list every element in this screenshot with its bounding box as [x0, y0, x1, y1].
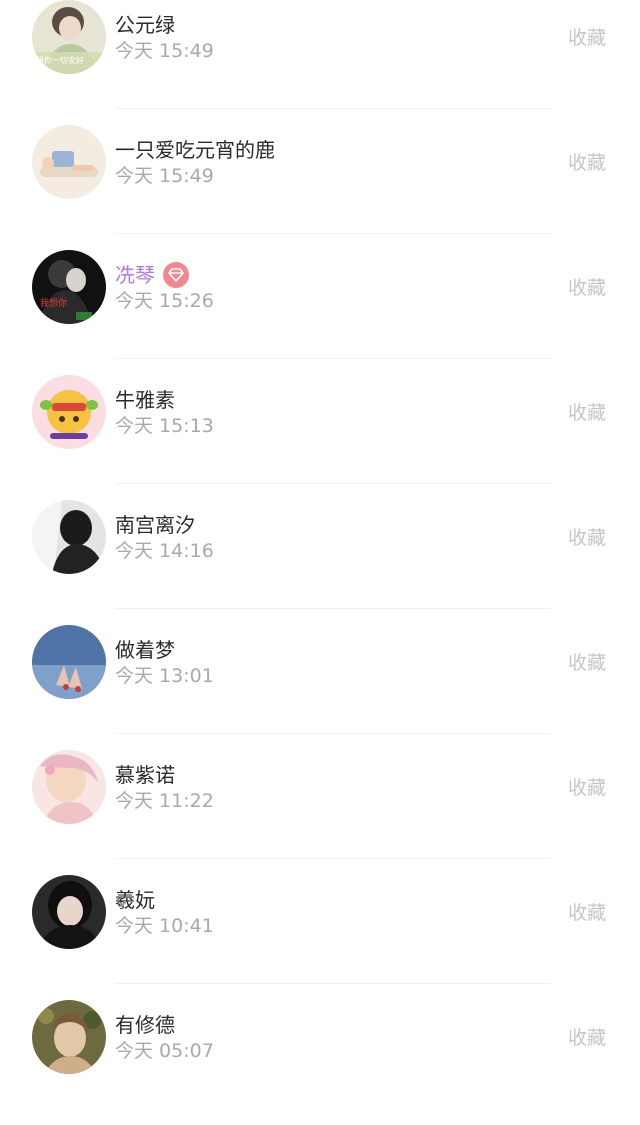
- list-item-user-0[interactable]: 想你一切安好 公元绿 今天 15:49 收藏: [0, 0, 640, 125]
- divider: [115, 733, 551, 734]
- username-line: 羲妧: [115, 885, 155, 915]
- avatar[interactable]: [32, 125, 106, 199]
- divider: [115, 608, 551, 609]
- collect-button[interactable]: 收藏: [568, 525, 606, 551]
- divider: [115, 483, 551, 484]
- username-line: 公元绿: [115, 10, 175, 40]
- collect-button[interactable]: 收藏: [568, 150, 606, 176]
- username[interactable]: 羲妧: [115, 885, 155, 915]
- avatar[interactable]: [32, 1000, 106, 1074]
- username-line: 做着梦: [115, 635, 175, 665]
- username-line: 慕紫诺: [115, 760, 175, 790]
- divider: [115, 858, 551, 859]
- list-item-user-3[interactable]: 牛雅素 今天 15:13 收藏: [0, 375, 640, 500]
- timestamp: 今天 11:22: [115, 790, 214, 812]
- collect-button[interactable]: 收藏: [568, 25, 606, 51]
- list-item-user-5[interactable]: 做着梦 今天 13:01 收藏: [0, 625, 640, 750]
- avatar[interactable]: [32, 625, 106, 699]
- username[interactable]: 做着梦: [115, 635, 175, 665]
- avatar[interactable]: [32, 875, 106, 949]
- username-line: 一只爱吃元宵的鹿: [115, 135, 275, 165]
- divider: [115, 108, 551, 109]
- username[interactable]: 公元绿: [115, 10, 175, 40]
- username[interactable]: 南宫离汐: [115, 510, 195, 540]
- list-item-user-4[interactable]: 南宫离汐 今天 14:16 收藏: [0, 500, 640, 625]
- list-item-user-6[interactable]: 慕紫诺 今天 11:22 收藏: [0, 750, 640, 875]
- collect-button[interactable]: 收藏: [568, 1025, 606, 1051]
- avatar[interactable]: [32, 500, 106, 574]
- avatar[interactable]: [32, 375, 106, 449]
- list-item-user-7[interactable]: 羲妧 今天 10:41 收藏: [0, 875, 640, 1000]
- divider: [115, 983, 551, 984]
- username-line: 牛雅素: [115, 385, 175, 415]
- list-item-user-1[interactable]: 一只爱吃元宵的鹿 今天 15:49 收藏: [0, 125, 640, 250]
- collect-button[interactable]: 收藏: [568, 275, 606, 301]
- username[interactable]: 慕紫诺: [115, 760, 175, 790]
- username[interactable]: 牛雅素: [115, 385, 175, 415]
- timestamp: 今天 05:07: [115, 1040, 214, 1062]
- avatar[interactable]: 想你一切安好: [32, 0, 106, 74]
- timestamp: 今天 15:26: [115, 290, 214, 312]
- avatar-caption: 想你一切安好: [36, 56, 84, 65]
- username[interactable]: 冼琴: [115, 260, 155, 290]
- collect-button[interactable]: 收藏: [568, 650, 606, 676]
- timestamp: 今天 15:13: [115, 415, 214, 437]
- avatar[interactable]: 我想你: [32, 250, 106, 324]
- list-item-user-8[interactable]: 有修德 今天 05:07 收藏: [0, 1000, 640, 1125]
- collect-button[interactable]: 收藏: [568, 400, 606, 426]
- diamond-icon: [163, 262, 189, 288]
- timestamp: 今天 15:49: [115, 40, 214, 62]
- username-line: 冼琴: [115, 260, 189, 290]
- timestamp: 今天 10:41: [115, 915, 214, 937]
- timestamp: 今天 13:01: [115, 665, 214, 687]
- username-line: 有修德: [115, 1010, 175, 1040]
- timestamp: 今天 14:16: [115, 540, 214, 562]
- avatar-caption: 我想你: [40, 299, 68, 309]
- username[interactable]: 有修德: [115, 1010, 175, 1040]
- collect-button[interactable]: 收藏: [568, 775, 606, 801]
- avatar[interactable]: [32, 750, 106, 824]
- username[interactable]: 一只爱吃元宵的鹿: [115, 135, 275, 165]
- timestamp: 今天 15:49: [115, 165, 214, 187]
- divider: [115, 233, 551, 234]
- list-item-user-2[interactable]: 我想你 冼琴 今天 15:26 收藏: [0, 250, 640, 375]
- collect-button[interactable]: 收藏: [568, 900, 606, 926]
- divider: [115, 358, 551, 359]
- username-line: 南宫离汐: [115, 510, 195, 540]
